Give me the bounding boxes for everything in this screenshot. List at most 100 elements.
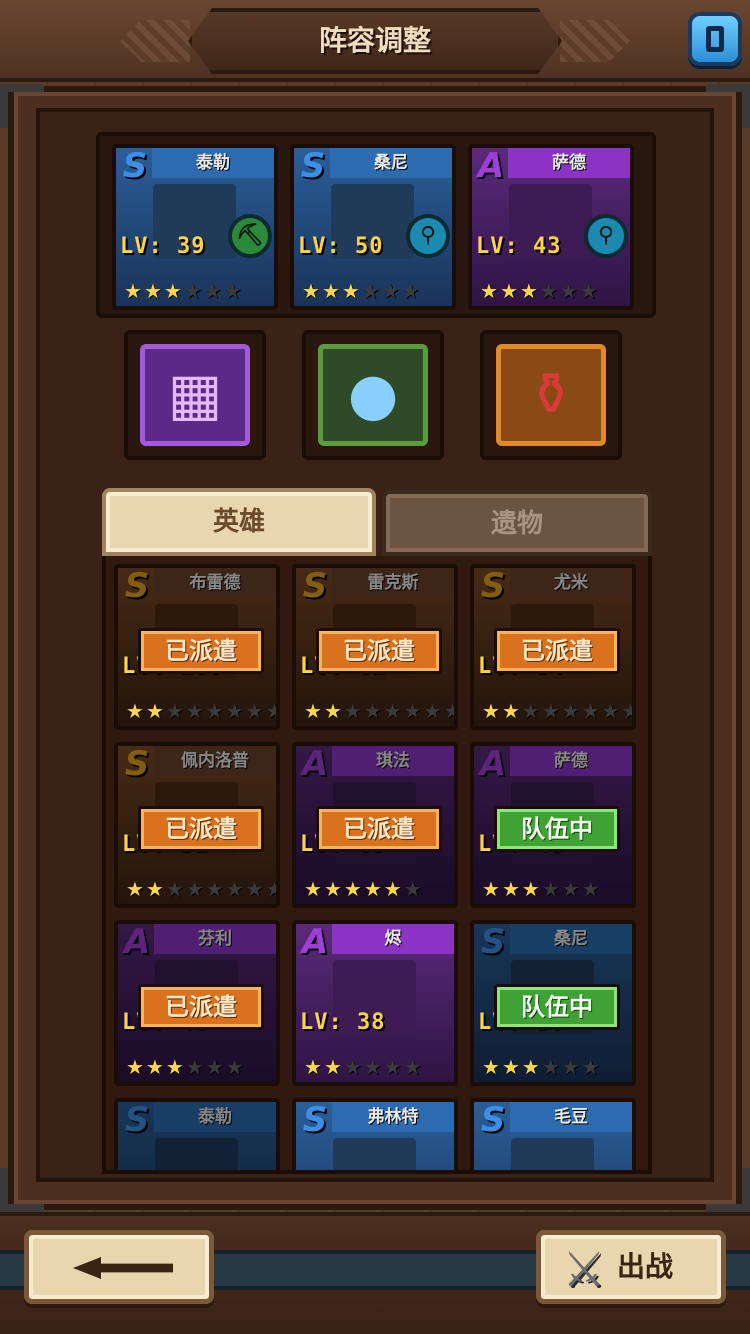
star-rating: ★★★★★★★★★	[482, 699, 632, 724]
star-empty-icon: ★	[541, 699, 560, 723]
hero-card[interactable]: 桑尼SLV: 50★★★★★★队伍中	[470, 920, 636, 1086]
star-empty-icon: ★	[205, 1055, 224, 1079]
star-empty-icon: ★	[343, 699, 362, 723]
star-filled-icon: ★	[124, 279, 142, 303]
hero-card[interactable]: 毛豆S★★★★★★	[470, 1098, 636, 1170]
frame-corner-top-left	[0, 84, 44, 128]
item-slot-2[interactable]: ●	[302, 330, 444, 460]
hero-name: 萨德	[508, 148, 630, 178]
star-rating: ★ ★ ★ ★ ★ ★	[124, 280, 266, 304]
dispatched-badge: 已派遣	[494, 627, 620, 674]
star-empty-icon: ★	[361, 279, 380, 303]
star-rating: ★★★★★★★★★	[126, 877, 276, 902]
star-empty-icon: ★	[541, 877, 560, 901]
dispatched-badge: 已派遣	[138, 805, 264, 852]
star-filled-icon: ★	[145, 1055, 164, 1079]
rank-badge: S	[122, 146, 148, 186]
magnifier-icon: ⚲	[584, 214, 628, 258]
star-filled-icon: ★	[341, 279, 360, 303]
battle-button[interactable]: ⚔ 出战	[536, 1230, 726, 1304]
star-empty-icon: ★	[581, 1055, 600, 1079]
tab-heroes[interactable]: 英雄	[102, 488, 376, 556]
hero-card[interactable]: 佩内洛普SLV: 31★★★★★★★★★已派遣	[114, 742, 280, 908]
star-filled-icon: ★	[145, 877, 164, 901]
back-arrow-icon	[73, 1257, 173, 1279]
star-empty-icon: ★	[185, 877, 204, 901]
pickaxe-icon: ⛏	[228, 214, 272, 258]
star-empty-icon: ★	[581, 699, 600, 723]
star-filled-icon: ★	[126, 877, 144, 901]
star-empty-icon: ★	[559, 279, 578, 303]
dispatched-badge: 已派遣	[138, 627, 264, 674]
hero-card[interactable]: 布雷德SLV: 100★★★★★★★★★已派遣	[114, 564, 280, 730]
star-filled-icon: ★	[519, 279, 538, 303]
hero-sprite	[332, 1138, 416, 1170]
tab-relics-label: 遗物	[490, 509, 543, 539]
star-rating: ★ ★ ★ ★ ★ ★	[482, 878, 624, 902]
hero-name: 烬	[332, 924, 454, 954]
star-filled-icon: ★	[480, 279, 498, 303]
hero-name: 弗林特	[332, 1102, 454, 1132]
star-rating: ★ ★ ★ ★ ★ ★	[480, 280, 622, 304]
hero-sprite	[510, 1138, 594, 1170]
hero-card[interactable]: 芬利ALV: 40★★★★★★已派遣	[114, 920, 280, 1086]
star-filled-icon: ★	[163, 279, 182, 303]
hero-name: 毛豆	[510, 1102, 632, 1132]
hero-card[interactable]: 弗林特S★★★★★★	[292, 1098, 458, 1170]
hero-card[interactable]: 烬 A LV: 38 ★ ★ ★ ★ ★ ★	[292, 920, 458, 1086]
help-button[interactable]	[688, 12, 742, 66]
star-empty-icon: ★	[266, 700, 276, 724]
team-slot-1[interactable]: 泰勒 S LV: 39 ⛏ ★ ★ ★ ★ ★ ★	[112, 144, 278, 310]
star-filled-icon: ★	[126, 1055, 144, 1079]
hero-name: 桑尼	[330, 148, 452, 178]
in-team-badge: 队伍中	[494, 983, 620, 1030]
star-filled-icon: ★	[521, 1055, 540, 1079]
page-title: 阵容调整	[318, 24, 431, 57]
team-slot-3[interactable]: 萨德 A LV: 43 ⚲ ★ ★ ★ ★ ★ ★	[468, 144, 634, 310]
hero-card[interactable]: 琪法ALV: 69★★★★★★已派遣	[292, 742, 458, 908]
red-potion-icon: ⚱	[496, 344, 606, 446]
hero-level: LV: 38	[300, 1010, 386, 1035]
crossed-swords-icon: ⚔	[562, 1242, 606, 1298]
star-rating: ★ ★ ★ ★ ★ ★	[302, 280, 444, 304]
frame-corner-bottom-left	[0, 1168, 44, 1212]
hero-card[interactable]: 萨德ALV: 43★★★★★★队伍中	[470, 742, 636, 908]
dispatched-badge: 已派遣	[316, 805, 442, 852]
magnifier-icon: ⚲	[406, 214, 450, 258]
star-empty-icon: ★	[245, 699, 264, 723]
book-icon	[706, 26, 724, 52]
hero-level: LV: 50	[298, 234, 384, 259]
hero-card[interactable]: 尤米SLV: 34★★★★★★★★★已派遣	[470, 564, 636, 730]
star-empty-icon: ★	[245, 877, 264, 901]
star-filled-icon: ★	[143, 279, 162, 303]
item-slot-3[interactable]: ⚱	[480, 330, 622, 460]
star-empty-icon: ★	[225, 1055, 244, 1079]
star-empty-icon: ★	[423, 699, 442, 723]
frame-corner-top-right	[706, 84, 750, 128]
hero-name: 泰勒	[152, 148, 274, 178]
rank-badge: A	[301, 922, 329, 962]
team-slot-2[interactable]: 桑尼 S LV: 50 ⚲ ★ ★ ★ ★ ★ ★	[290, 144, 456, 310]
frame-corner-bottom-right	[706, 1168, 750, 1212]
star-filled-icon: ★	[482, 877, 500, 901]
star-empty-icon: ★	[165, 699, 184, 723]
star-empty-icon: ★	[185, 1055, 204, 1079]
star-empty-icon: ★	[444, 700, 454, 724]
star-empty-icon: ★	[223, 279, 242, 303]
star-empty-icon: ★	[579, 279, 598, 303]
tab-heroes-label: 英雄	[212, 507, 265, 537]
star-empty-icon: ★	[183, 279, 202, 303]
star-rating: ★★★★★★★★★	[126, 699, 276, 724]
hero-card[interactable]: 雷克斯SLV: 62★★★★★★★★★已派遣	[292, 564, 458, 730]
hero-list[interactable]: 布雷德SLV: 100★★★★★★★★★已派遣雷克斯SLV: 62★★★★★★★…	[102, 556, 652, 1174]
star-filled-icon: ★	[321, 279, 340, 303]
star-filled-icon: ★	[304, 877, 322, 901]
item-slot-1[interactable]: ▦	[124, 330, 266, 460]
lineup-screen: 阵容调整 泰勒 S LV: 39 ⛏ ★ ★ ★ ★ ★ ★ 桑尼 S LV: 50 ⚲ ★ ★ ★ ★ ★ ★ 萨德 A…	[0, 0, 750, 1334]
star-empty-icon: ★	[363, 699, 382, 723]
hero-card[interactable]: 泰勒S★★★★★★	[114, 1098, 280, 1170]
star-empty-icon: ★	[203, 279, 222, 303]
back-button[interactable]	[24, 1230, 214, 1304]
tab-relics[interactable]: 遗物	[382, 490, 652, 556]
rank-badge: S	[300, 146, 326, 186]
